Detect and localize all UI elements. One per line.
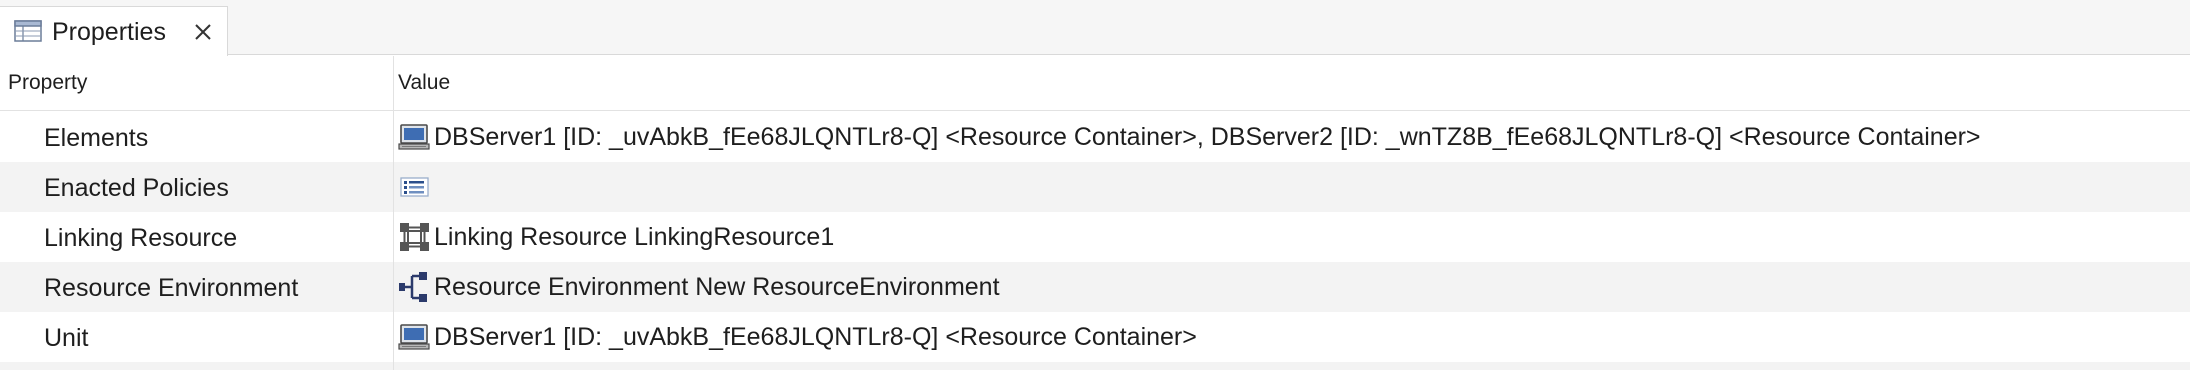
list-icon bbox=[400, 177, 429, 197]
close-icon[interactable] bbox=[190, 19, 216, 45]
resource-container-icon bbox=[398, 124, 430, 150]
property-value[interactable]: DBServer1 [ID: _uvAbkB_fEe68JLQNTLr8-Q] … bbox=[398, 112, 1981, 162]
properties-table-icon bbox=[14, 20, 42, 42]
table-row[interactable]: Elements DBServer1 [ID: _uvAbkB_fEe68JLQ… bbox=[0, 112, 2190, 162]
property-value[interactable]: Linking Resource LinkingResource1 bbox=[398, 212, 834, 262]
properties-view: Properties Property Value Elements DBSer… bbox=[0, 0, 2190, 370]
tab-properties[interactable]: Properties bbox=[0, 6, 228, 56]
value-text: Linking Resource LinkingResource1 bbox=[434, 223, 835, 251]
column-header-property[interactable]: Property bbox=[8, 70, 87, 96]
column-header-value[interactable]: Value bbox=[398, 70, 450, 96]
property-name: Linking Resource bbox=[44, 224, 238, 252]
view-tab-bar: Properties bbox=[0, 0, 2190, 56]
table-header: Property Value bbox=[0, 56, 2190, 111]
table-row-partial bbox=[0, 362, 2190, 370]
property-name: Unit bbox=[44, 324, 89, 352]
resource-environment-icon bbox=[399, 272, 427, 302]
table-row[interactable]: Resource Environment Resource Environmen… bbox=[0, 262, 2190, 312]
property-value[interactable]: DBServer1 [ID: _uvAbkB_fEe68JLQNTLr8-Q] … bbox=[398, 312, 1197, 362]
tab-title: Properties bbox=[52, 18, 166, 46]
value-text: DBServer1 [ID: _uvAbkB_fEe68JLQNTLr8-Q] … bbox=[434, 323, 1197, 351]
property-value[interactable] bbox=[398, 162, 434, 212]
table-row[interactable]: Unit DBServer1 [ID: _uvAbkB_fEe68JLQNTLr… bbox=[0, 312, 2190, 362]
property-name: Enacted Policies bbox=[44, 174, 229, 202]
linking-resource-icon bbox=[400, 223, 429, 251]
property-name: Elements bbox=[44, 124, 149, 152]
resource-container-icon bbox=[398, 324, 430, 350]
property-value[interactable]: Resource Environment New ResourceEnviron… bbox=[398, 262, 1000, 312]
table-row[interactable]: Linking Resource Linking Resource Linkin… bbox=[0, 212, 2190, 262]
property-name: Resource Environment bbox=[44, 274, 299, 302]
value-text: Resource Environment New ResourceEnviron… bbox=[434, 273, 1000, 301]
table-row[interactable]: Enacted Policies bbox=[0, 162, 2190, 212]
value-text: DBServer1 [ID: _uvAbkB_fEe68JLQNTLr8-Q] … bbox=[434, 123, 1981, 151]
column-divider[interactable] bbox=[393, 56, 394, 370]
